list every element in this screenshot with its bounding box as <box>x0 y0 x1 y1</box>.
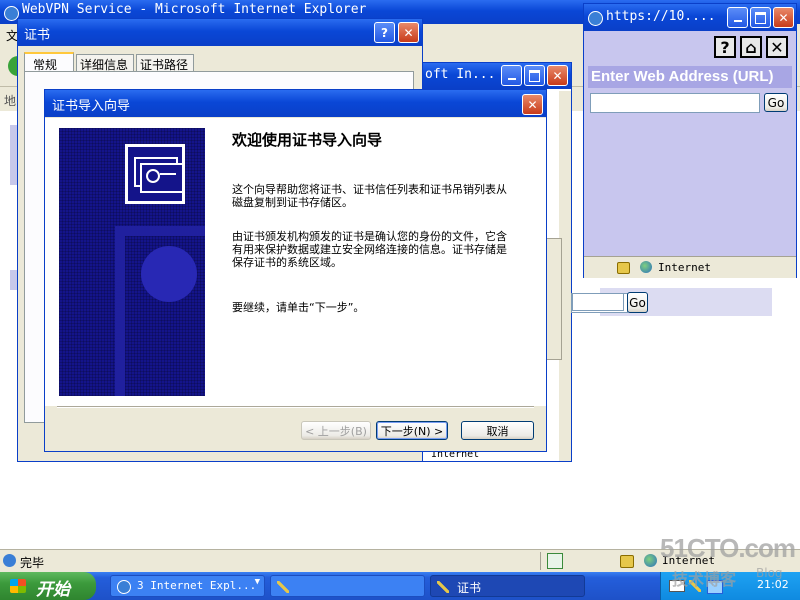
mini-globe-icon <box>640 261 652 273</box>
tab-details[interactable]: 详细信息 <box>76 54 134 72</box>
mini-enter-label: Enter Web Address (URL) <box>591 68 774 85</box>
cert-dialog-titlebar: 证书 <box>18 19 422 46</box>
page-done-icon <box>3 554 16 567</box>
mini-ie-statusbar: Internet <box>584 256 796 278</box>
art-block <box>115 226 205 396</box>
mini-maximize-button[interactable] <box>750 7 771 28</box>
mini-ie-icon <box>588 11 603 26</box>
globe-icon <box>644 554 657 567</box>
x-icon: ✕ <box>770 37 784 57</box>
maximize-button[interactable] <box>524 65 545 86</box>
import-wizard: 证书导入向导 ✕ 欢迎使用证书导入向导 这个向导帮助您将证书、证书信任列表和证书… <box>44 89 547 452</box>
ie-mid-scroll[interactable] <box>546 238 562 360</box>
tab-cert-path[interactable]: 证书路径 <box>136 54 194 72</box>
watermark-logo: 51CTO.com <box>660 533 796 563</box>
cert-close-button[interactable]: ✕ <box>398 22 419 43</box>
ie-mid-title: oft In... <box>425 67 496 82</box>
wizard-separator <box>57 406 534 408</box>
next-button[interactable]: 下一步(N) > <box>376 421 448 440</box>
lock-icon <box>620 555 634 568</box>
help-button[interactable]: ? <box>374 22 395 43</box>
taskbar-ie-icon <box>117 580 131 594</box>
mini-url-input[interactable] <box>590 93 760 113</box>
watermark-sub: 技术博客 <box>672 570 737 589</box>
wizard-titlebar: 证书导入向导 <box>45 90 546 117</box>
address-label: 地 <box>4 94 17 108</box>
page-go-button[interactable]: Go <box>627 292 648 313</box>
mini-zone-text: Internet <box>658 261 711 274</box>
page-url-input[interactable] <box>572 293 624 311</box>
maximize-icon <box>755 11 766 24</box>
mini-go-button[interactable]: Go <box>764 93 788 112</box>
chevron-down-icon: ▼ <box>254 577 260 587</box>
maximize-icon <box>529 69 540 82</box>
watermark-blog: Blog <box>756 566 783 580</box>
minimize-icon <box>733 19 742 22</box>
close-button[interactable]: ✕ <box>547 65 568 86</box>
taskbar-item-cert[interactable]: 证书 <box>430 575 585 597</box>
mini-help-button[interactable]: ? <box>714 36 736 58</box>
cert-dialog-title: 证书 <box>24 28 51 43</box>
back-button[interactable]: < 上一步(B) <box>301 421 371 440</box>
mini-x-button[interactable]: ✕ <box>766 36 788 58</box>
windows-logo-icon <box>10 579 26 593</box>
help-icon: ? <box>720 37 730 57</box>
wizard-title: 证书导入向导 <box>52 99 131 114</box>
wizard-art <box>59 128 205 396</box>
taskbar-item-ie[interactable]: 3 Internet Expl... ▼ <box>110 575 265 597</box>
status-divider <box>540 552 541 570</box>
mini-ie-title: https://10.... <box>606 9 716 24</box>
home-icon: ⌂ <box>745 37 757 57</box>
tab-general[interactable]: 常规 <box>24 52 74 72</box>
wizard-close-button[interactable]: ✕ <box>522 94 543 115</box>
status-text: 完毕 <box>20 556 45 570</box>
cert-key-icon <box>437 581 449 593</box>
mini-home-button[interactable]: ⌂ <box>740 36 762 58</box>
cancel-button[interactable]: 取消 <box>461 421 534 440</box>
wizard-para-3: 要继续，请单击“下一步”。 <box>232 301 365 314</box>
mini-close-button[interactable]: ✕ <box>773 7 794 28</box>
wizard-para-2: 由证书颁发机构颁发的证书是确认您的身份的文件，它含有用来保护数据或建立安全网络连… <box>232 230 507 269</box>
mini-minimize-button[interactable] <box>727 7 748 28</box>
mini-lock-icon <box>617 262 630 274</box>
minimize-button[interactable] <box>501 65 522 86</box>
cert-key-icon <box>277 581 289 593</box>
minimize-icon <box>507 77 516 80</box>
ie-back-title: WebVPN Service - Microsoft Internet Expl… <box>22 2 367 17</box>
certificate-icon <box>125 144 185 204</box>
wizard-para-1: 这个向导帮助您将证书、证书信任列表和证书吊销列表从磁盘复制到证书存储区。 <box>232 183 507 209</box>
taskbar-item-cert-manager[interactable] <box>270 575 425 597</box>
page-status-icon <box>547 553 563 569</box>
wizard-heading: 欢迎使用证书导入向导 <box>232 131 383 149</box>
mini-ie-window: https://10.... ✕ ? ⌂ ✕ Enter Web Address… <box>583 3 797 278</box>
